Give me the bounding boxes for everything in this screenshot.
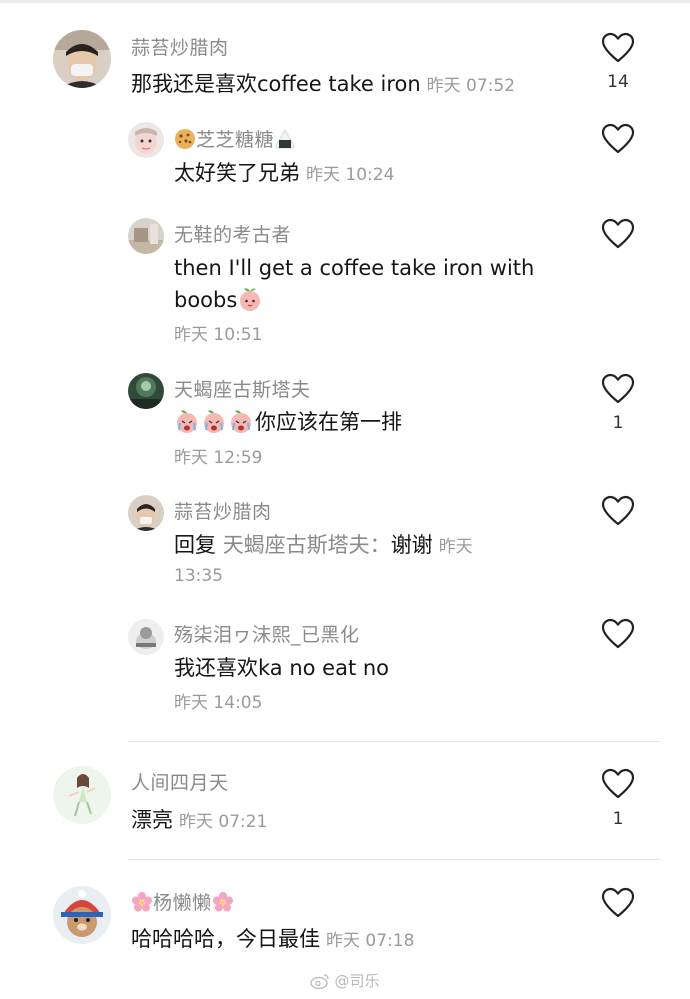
timestamp: 昨天 [438,537,473,557]
reply-prefix: 回复 [174,533,216,557]
timestamp: 昨天 07:18 [326,931,415,951]
timestamp: 昨天 14:05 [174,693,263,713]
crying-peach-emoji-icon [174,408,200,434]
comment-body: 那我还是喜欢coffee take iron [131,72,421,96]
comment-text: then I'll get a coffee take iron with [174,252,534,285]
peach-face-emoji-icon [237,286,263,312]
like-heart-icon[interactable] [601,123,635,155]
avatar[interactable] [128,495,164,531]
avatar[interactable] [53,886,111,944]
comment-text: 回复 天蝎座古斯塔夫：谢谢 昨天 [174,529,473,564]
cherry-blossom-emoji-icon [131,891,153,913]
comment-text: 你应该在第一排 [174,406,402,439]
timestamp: 昨天 07:21 [179,812,268,832]
comment-body-line2: boobs [174,288,238,312]
comment-divider [128,741,660,742]
timestamp: 昨天 12:59 [174,448,263,468]
like-heart-icon[interactable] [601,887,635,919]
cherry-blossom-emoji-icon [212,891,234,913]
username[interactable]: 殇柒泪ヮ沫熙_已黑化 [174,620,360,647]
top-divider [0,0,690,3]
avatar[interactable] [53,766,111,824]
comment-body-line1: then I'll get a coffee take iron with [174,256,535,280]
comment-body: 漂亮 [131,808,173,832]
like-count: 14 [607,72,629,92]
comment-text: 那我还是喜欢coffee take iron 昨天 07:52 [131,68,515,103]
timestamp: 昨天 07:52 [426,76,516,96]
avatar[interactable] [128,373,164,409]
like-count: 1 [612,809,624,829]
avatar[interactable] [53,30,111,88]
username[interactable]: 蒜苔炒腊肉 [174,497,272,524]
username[interactable]: 天蝎座古斯塔夫 [174,375,311,402]
comment-text: 我还喜欢ka no eat no [174,652,389,685]
like-heart-icon[interactable] [601,495,635,527]
username[interactable]: 无鞋的考古者 [174,220,291,247]
crying-peach-emoji-icon [228,408,254,434]
username[interactable]: 人间四月天 [131,768,229,795]
username[interactable]: 蒜苔炒腊肉 [131,33,229,60]
like-count: 1 [612,413,624,433]
comment-text: boobs [174,284,264,317]
comment-text: 哈哈哈哈，今日最佳 昨天 07:18 [131,923,414,958]
avatar[interactable] [128,218,164,254]
timestamp: 昨天 10:24 [306,165,395,185]
timestamp-continued: 13:35 [174,566,223,586]
rice-ball-emoji-icon [274,128,296,150]
username[interactable]: 杨懒懒 [131,888,234,915]
avatar[interactable] [128,122,164,158]
comment-body: 太好笑了兄弟 [174,161,300,185]
like-heart-icon[interactable] [601,373,635,405]
watermark-text: @司乐 [334,972,380,990]
comment-body: 你应该在第一排 [255,410,402,434]
username[interactable]: 芝芝糖糖 [174,125,296,152]
comment-divider [128,859,660,860]
username-text: 芝芝糖糖 [196,129,275,151]
reply-target-link[interactable]: 天蝎座古斯塔夫： [223,533,391,557]
watermark: @司乐 [0,970,690,991]
comment-body: 我还喜欢ka no eat no [174,656,390,680]
username-text: 杨懒懒 [153,892,212,914]
like-heart-icon[interactable] [601,32,635,64]
comment-body: 哈哈哈哈，今日最佳 [131,927,320,951]
like-heart-icon[interactable] [601,768,635,800]
crying-peach-emoji-icon [201,408,227,434]
comment-text: 太好笑了兄弟 昨天 10:24 [174,157,394,192]
timestamp: 昨天 10:51 [174,325,263,345]
like-heart-icon[interactable] [601,218,635,250]
comment-text: 漂亮 昨天 07:21 [131,804,267,839]
comment-body: 谢谢 [390,533,433,557]
weibo-logo-icon [310,973,330,989]
like-heart-icon[interactable] [601,618,635,650]
avatar[interactable] [128,619,164,655]
cookie-emoji-icon [174,128,196,150]
